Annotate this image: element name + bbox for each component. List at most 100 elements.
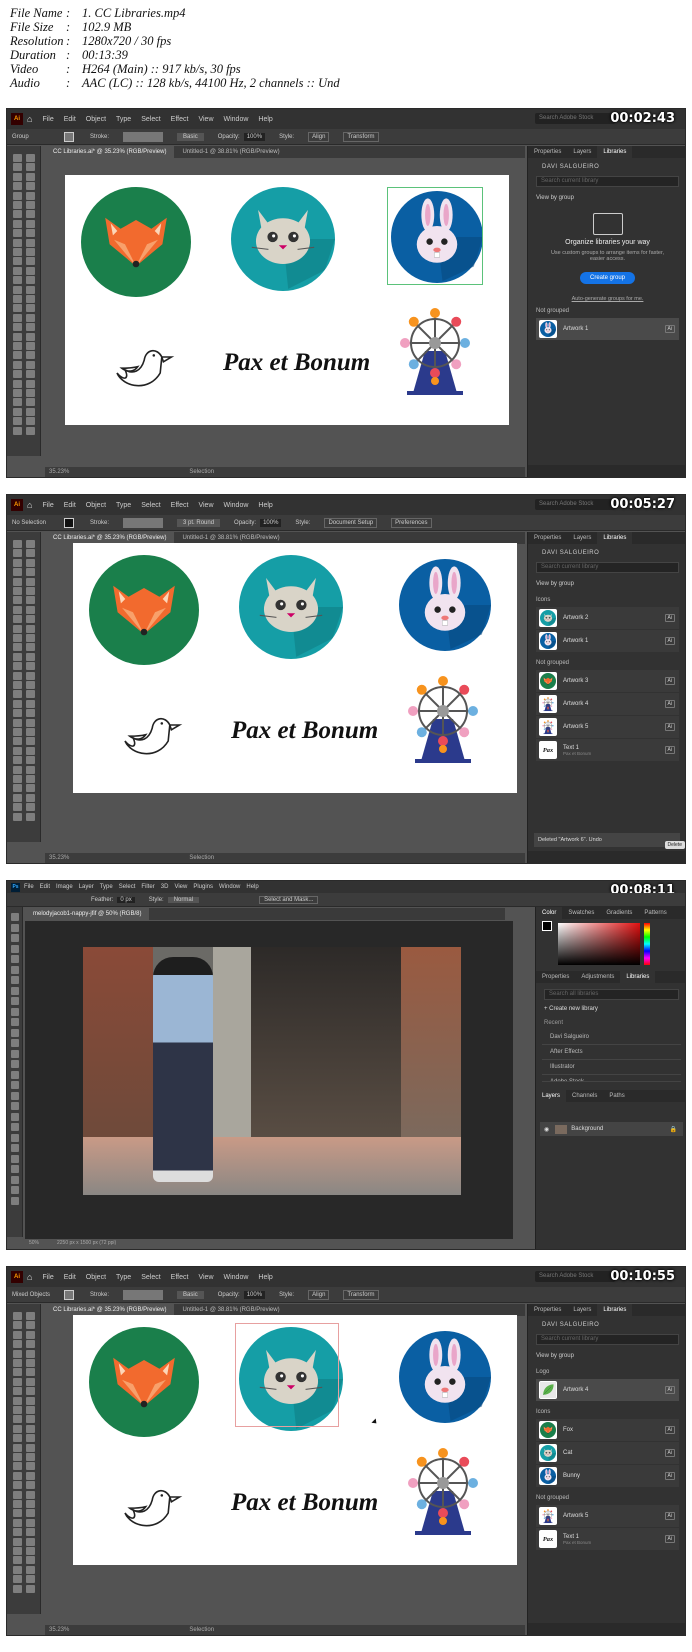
panel-tab-patterns[interactable]: Patterns [638, 907, 672, 919]
tool-icon[interactable] [26, 1443, 35, 1452]
menu-window[interactable]: Window [224, 116, 249, 123]
tool-icon[interactable] [13, 1481, 22, 1490]
menu-help[interactable]: Help [258, 1274, 272, 1281]
panel-tab-layers[interactable]: Layers [567, 146, 597, 158]
tool-icon[interactable] [26, 1434, 35, 1443]
tool-icon[interactable] [26, 662, 35, 671]
tool-icon[interactable] [13, 605, 22, 614]
tool-icon[interactable] [11, 1028, 19, 1037]
tool-icon[interactable] [26, 1396, 35, 1405]
tool-icon[interactable] [26, 784, 35, 793]
tool-icon[interactable] [11, 1018, 19, 1026]
align-button[interactable]: Document Setup [324, 517, 378, 528]
tool-icon[interactable] [26, 690, 35, 699]
menu-view[interactable]: View [174, 884, 187, 890]
tool-icon[interactable] [26, 803, 35, 812]
tool-icon[interactable] [13, 1453, 22, 1461]
panel-tab-libraries[interactable]: Libraries [597, 1304, 633, 1316]
create-new-library-button[interactable]: + Create new library [536, 1002, 685, 1016]
tool-icon[interactable] [26, 1500, 35, 1508]
library-asset[interactable]: Artwork 4 Ai [536, 693, 679, 715]
tool-icon[interactable] [11, 1039, 19, 1047]
library-asset[interactable]: Artwork 1 Ai [536, 630, 679, 652]
tool-icon[interactable] [11, 976, 19, 984]
tool-icon[interactable] [13, 1528, 22, 1537]
tool-icon[interactable] [13, 304, 22, 313]
tool-icon[interactable] [26, 1349, 35, 1358]
tool-icon[interactable] [13, 182, 22, 191]
menu-effect[interactable]: Effect [171, 1274, 189, 1281]
view-by-group-dropdown[interactable]: View by group [528, 575, 685, 593]
tool-icon[interactable] [26, 1575, 35, 1584]
menu-file[interactable]: File [42, 116, 53, 123]
tool-icon[interactable] [26, 398, 35, 407]
tool-icon[interactable] [11, 986, 19, 995]
home-icon[interactable]: ⌂ [27, 1272, 32, 1282]
tool-icon[interactable] [26, 154, 35, 162]
library-group-header[interactable]: Not grouped [528, 1491, 685, 1505]
tool-icon[interactable] [11, 1049, 19, 1058]
tool-icon[interactable] [26, 652, 35, 661]
tool-icon[interactable] [13, 568, 22, 577]
menu-window[interactable]: Window [224, 1274, 249, 1281]
tool-icon[interactable] [13, 276, 22, 285]
transform-button[interactable]: Transform [343, 131, 379, 142]
tool-icon[interactable] [13, 1584, 22, 1593]
tool-icon[interactable] [13, 540, 22, 548]
tool-icon[interactable] [26, 360, 35, 369]
tool-icon[interactable] [13, 728, 22, 736]
menu-help[interactable]: Help [258, 502, 272, 509]
tool-icon[interactable] [26, 568, 35, 577]
menu-object[interactable]: Object [86, 1274, 106, 1281]
tool-icon[interactable] [13, 1424, 22, 1433]
tool-icon[interactable] [13, 1387, 22, 1396]
status-zoom[interactable]: 50% [29, 1240, 39, 1246]
stock-search-input[interactable]: Search Adobe Stock [535, 1271, 615, 1282]
tool-icon[interactable] [26, 746, 35, 755]
menu-file[interactable]: File [24, 884, 34, 890]
tool-icon[interactable] [26, 1490, 35, 1499]
tool-icon[interactable] [11, 1007, 19, 1016]
tool-icon[interactable] [11, 1154, 19, 1163]
tool-icon[interactable] [26, 229, 35, 238]
panel-tab-channels[interactable]: Channels [566, 1090, 603, 1102]
tool-icon[interactable] [13, 191, 22, 200]
menu-edit[interactable]: Edit [64, 116, 76, 123]
tool-icon[interactable] [26, 596, 35, 605]
opacity-field[interactable]: 100% [243, 132, 266, 141]
tool-icon[interactable] [11, 944, 19, 953]
artboard[interactable]: Pax et Bonum [73, 543, 517, 793]
library-item[interactable]: Davi Salgueiro [542, 1030, 681, 1045]
tool-icon[interactable] [13, 681, 22, 689]
menu-view[interactable]: View [198, 116, 213, 123]
layer-row[interactable]: ◉ Background 🔒 [540, 1122, 683, 1136]
tool-icon[interactable] [13, 1349, 22, 1358]
tool-icon[interactable] [13, 1330, 22, 1339]
menu-object[interactable]: Object [86, 116, 106, 123]
menu-object[interactable]: Object [86, 502, 106, 509]
library-asset[interactable]: Fox Ai [536, 1419, 679, 1441]
panel-tab-layers[interactable]: Layers [536, 1090, 567, 1102]
tool-icon[interactable] [13, 803, 22, 812]
library-asset[interactable]: Artwork 3 Ai [536, 670, 679, 692]
library-group-header[interactable]: Icons [528, 1405, 685, 1419]
tool-icon[interactable] [13, 1443, 22, 1452]
library-item[interactable]: Adobe Stock [542, 1075, 681, 1082]
tool-icon[interactable] [13, 266, 22, 275]
stock-search-input[interactable]: Search Adobe Stock [535, 499, 615, 510]
align-button[interactable]: Align [308, 131, 330, 142]
tool-icon[interactable] [11, 955, 19, 963]
tool-icon[interactable] [26, 681, 35, 689]
tool-icon[interactable] [13, 342, 22, 350]
tool-icon[interactable] [26, 587, 35, 595]
tool-icon[interactable] [26, 577, 35, 586]
menu-window[interactable]: Window [219, 884, 240, 890]
zoom-level[interactable]: 35.23% [49, 1627, 69, 1633]
tool-icon[interactable] [26, 332, 35, 341]
panel-tab-adjustments[interactable]: Adjustments [575, 971, 620, 983]
tool-icon[interactable] [13, 812, 22, 821]
library-owner-name[interactable]: DAVI SALGUEIRO [528, 158, 685, 174]
zoom-level[interactable]: 35.23% [49, 855, 69, 861]
tool-icon[interactable] [26, 718, 35, 727]
tool-icon[interactable] [26, 1537, 35, 1546]
